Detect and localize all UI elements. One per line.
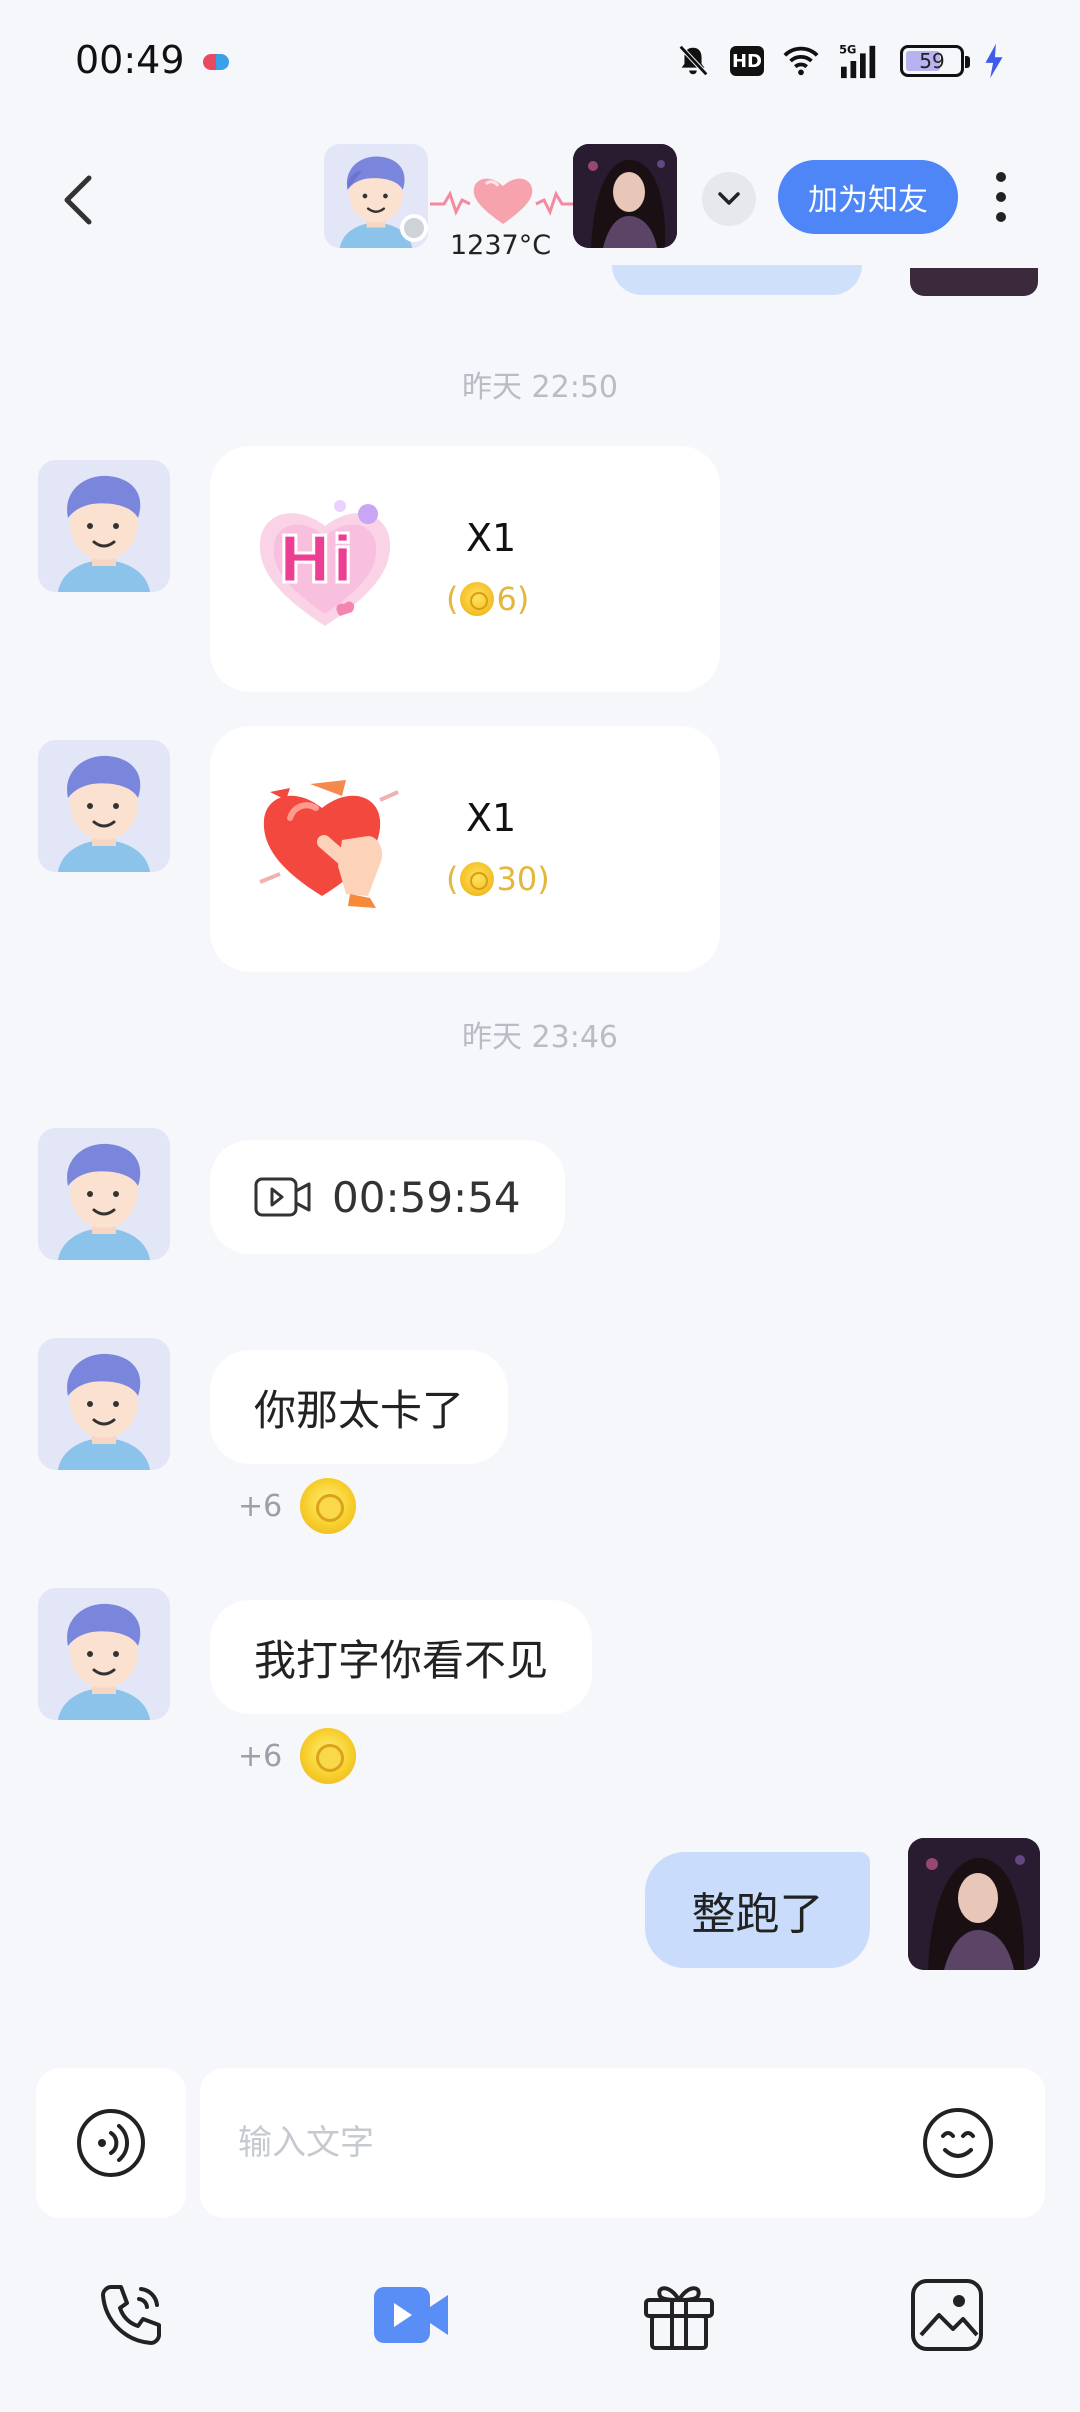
status-bar: 00:49 HD 5G 59: [0, 0, 1080, 120]
more-options-icon[interactable]: [986, 172, 1016, 222]
previous-message-bubble: [612, 265, 862, 295]
coin-icon: [460, 582, 495, 616]
gift-count: X1: [466, 796, 517, 840]
sender-avatar[interactable]: [38, 1338, 170, 1470]
coin-reward-amount: +6: [238, 1488, 283, 1524]
gift-message-bubble[interactable]: X1 ( 30): [210, 726, 720, 972]
voice-input-button[interactable]: [36, 2068, 186, 2218]
voice-call-button[interactable]: [86, 2270, 176, 2360]
intimacy-temperature: 1237°C: [450, 230, 552, 261]
coin-reward: +6: [238, 1728, 357, 1784]
gift-message-bubble[interactable]: Hi X1 ( 6): [210, 446, 720, 692]
my-text-message-bubble[interactable]: 整跑了: [645, 1852, 870, 1968]
video-camera-icon: [374, 2287, 448, 2343]
emoji-icon[interactable]: [921, 2106, 995, 2180]
message-input[interactable]: [238, 2068, 878, 2218]
contact-avatar[interactable]: [573, 144, 677, 248]
call-duration: 00:59:54: [332, 1172, 521, 1222]
text-message-bubble[interactable]: 你那太卡了: [210, 1350, 509, 1464]
hd-icon: HD: [730, 46, 764, 76]
text-message-bubble[interactable]: 我打字你看不见: [210, 1600, 593, 1714]
coin-reward-amount: +6: [238, 1738, 283, 1774]
battery-level: 59: [919, 49, 945, 73]
status-icons: HD 5G 59: [674, 38, 1006, 84]
gift-count: X1: [466, 516, 517, 560]
gift-box-icon: [644, 2286, 714, 2350]
poke-heart-gift-icon: [259, 780, 399, 908]
coin-icon: [460, 862, 495, 896]
status-time: 00:49: [75, 38, 185, 82]
gift-price: ( 30): [446, 860, 550, 898]
voice-wave-icon: [77, 2109, 145, 2177]
gift-price-value: 6): [496, 580, 530, 618]
hi-heart-gift-icon: Hi: [259, 500, 391, 626]
image-button[interactable]: [902, 2270, 992, 2360]
intimacy-heart-icon: [430, 178, 576, 224]
sender-avatar[interactable]: [38, 460, 170, 592]
network-type-label: 5G: [839, 42, 856, 56]
message-input-container: [200, 2068, 1045, 2218]
gift-price-value: 30): [496, 860, 550, 898]
video-call-button[interactable]: [366, 2270, 456, 2360]
image-icon: [911, 2279, 983, 2351]
cellular-signal-icon: 5G: [839, 42, 876, 79]
sender-avatar[interactable]: [38, 1588, 170, 1720]
phone-call-icon: [101, 2285, 161, 2345]
sender-avatar[interactable]: [38, 1128, 170, 1260]
svg-text:Hi: Hi: [278, 524, 354, 598]
back-arrow-icon[interactable]: [55, 170, 99, 230]
sender-avatar[interactable]: [38, 740, 170, 872]
battery-icon: 59: [900, 45, 970, 77]
gift-button[interactable]: [634, 2270, 724, 2360]
gift-price: ( 6): [446, 580, 529, 618]
gift-price-open: (: [446, 580, 459, 618]
timestamp: 昨天 23:46: [462, 1020, 618, 1055]
my-message-avatar[interactable]: [908, 1838, 1040, 1970]
chevron-down-icon: [718, 192, 740, 205]
coin-icon: [300, 1728, 357, 1784]
previous-message-avatar: [910, 268, 1038, 296]
bell-muted-icon: [678, 45, 709, 76]
video-camera-icon: [254, 1177, 311, 1217]
offline-status-dot: [400, 214, 428, 242]
action-toolbar: [0, 2240, 1080, 2412]
screen-record-indicator-icon: [203, 54, 229, 70]
video-call-record-bubble[interactable]: 00:59:54: [210, 1140, 565, 1254]
gift-price-open: (: [446, 860, 459, 898]
chat-header: 1237°C 加为知友: [0, 130, 1080, 270]
add-friend-button[interactable]: 加为知友: [778, 160, 958, 234]
wifi-icon: [783, 46, 819, 76]
charging-bolt-icon: [985, 43, 1003, 79]
expand-dropdown-button[interactable]: [702, 172, 756, 226]
timestamp: 昨天 22:50: [462, 370, 618, 405]
coin-icon: [300, 1478, 357, 1534]
coin-reward: +6: [238, 1478, 357, 1534]
